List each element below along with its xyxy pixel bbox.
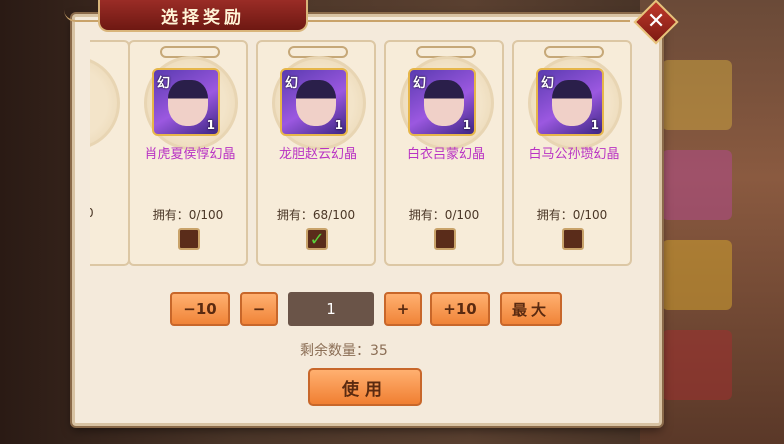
hero-portrait [552,80,592,126]
item-type-label: 幻 [413,76,427,91]
background-card [662,150,732,220]
item-quantity: 1 [334,118,343,132]
owned-count: 拥有：0/100 [536,208,608,222]
reward-card[interactable]: 幻 1 龙胆赵云幻晶 拥有：68/100 ✓ [256,40,376,266]
item-name: 龙胆赵云幻晶 [278,147,357,162]
reward-card-list[interactable]: 0 幻 1 肖虎夏侯惇幻晶 拥有：0/100 幻 1 龙胆赵云幻晶 拥有：68/… [90,40,636,272]
owned-count: 拥有：68/100 [276,208,356,222]
owned-count: 拥有：0/100 [152,208,224,222]
hero-portrait [424,80,464,126]
item-name: 白衣吕蒙幻晶 [406,147,485,162]
crystal-item-icon: 幻 1 [152,68,220,136]
icon-frame [90,56,120,150]
select-checkbox[interactable] [434,228,456,250]
hero-portrait [168,80,208,126]
reward-card[interactable]: 幻 1 白衣吕蒙幻晶 拥有：0/100 [384,40,504,266]
reward-card[interactable]: 0 [90,40,130,266]
crystal-item-icon: 幻 1 [408,68,476,136]
close-icon: ✕ [646,9,666,34]
hero-portrait [296,80,336,126]
item-type-label: 幻 [541,76,555,91]
dialog-title-banner: 选择奖励 [98,0,308,32]
check-icon: ✓ [309,228,325,250]
crystal-item-icon: 幻 1 [536,68,604,136]
select-checkbox[interactable] [562,228,584,250]
remaining-count: 剩余数量：35 [300,343,388,359]
dialog-title: 选择奖励 [161,7,245,28]
select-checkbox[interactable] [178,228,200,250]
item-type-label: 幻 [285,76,299,91]
item-quantity: 1 [590,118,599,132]
max-button[interactable]: 最大 [500,292,562,326]
minus-button[interactable]: − [240,292,278,326]
reward-card[interactable]: 幻 1 白马公孙瓒幻晶 拥有：0/100 [512,40,632,266]
item-quantity: 1 [206,118,215,132]
select-checkbox-checked[interactable]: ✓ [306,228,328,250]
title-ornament-right [300,8,630,22]
background-card [662,60,732,130]
crystal-item-icon: 幻 1 [280,68,348,136]
background-card [662,240,732,310]
owned-count: 拥有：0/100 [408,208,480,222]
minus-ten-button[interactable]: −10 [170,292,230,326]
background-card [662,330,732,400]
item-type-label: 幻 [157,76,171,91]
use-button[interactable]: 使用 [308,368,422,406]
plus-ten-button[interactable]: +10 [430,292,490,326]
reward-card[interactable]: 幻 1 肖虎夏侯惇幻晶 拥有：0/100 [128,40,248,266]
item-name: 白马公孙瓒幻晶 [528,147,620,162]
item-quantity: 1 [462,118,471,132]
plus-button[interactable]: + [384,292,422,326]
quantity-field[interactable]: 1 [288,292,374,326]
item-name: 肖虎夏侯惇幻晶 [144,147,236,162]
